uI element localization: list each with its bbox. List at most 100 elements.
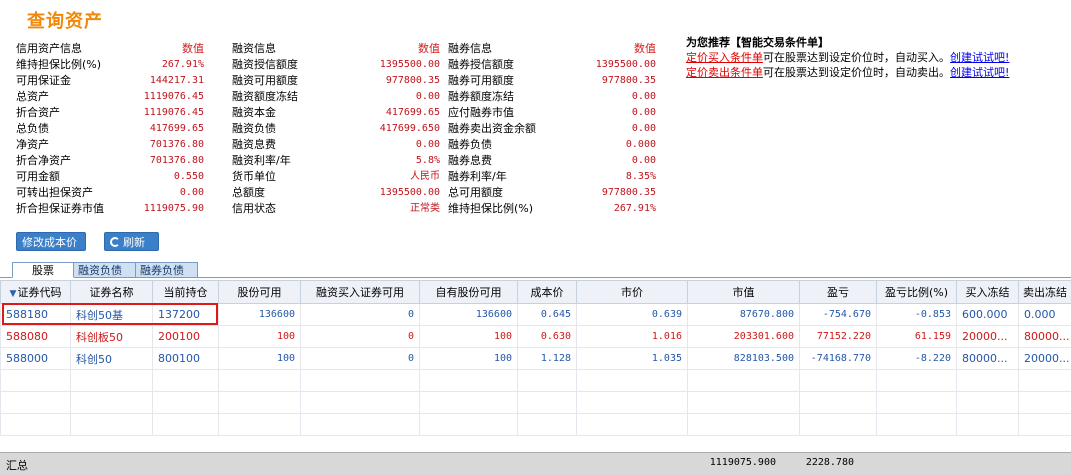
cell-available [219,414,301,436]
recommend-buy-line: 定价买入条件单可在股票达到设定价位时，自动买入。创建试试吧! [686,50,1071,65]
col-header-price[interactable]: 市价 [577,281,688,304]
info-label: 融资负债 [232,121,276,137]
cell-pnl [800,370,877,392]
info-label: 融资授信额度 [232,57,298,73]
cell-pnl [800,392,877,414]
col-header-available[interactable]: 股份可用 [219,281,301,304]
col-header-pnl-ratio[interactable]: 盈亏比例(%) [877,281,957,304]
recommend-title: 为您推荐【智能交易条件单】 [686,35,1071,50]
create-buy-order-link[interactable]: 创建试试吧! [950,51,1009,64]
info-row: 总额度1395500.00 [232,185,442,201]
table-row[interactable]: 588180科创50基13720013660001366000.6450.639… [1,304,1071,326]
recommend-sell-text: 可在股票达到设定价位时，自动卖出。 [763,66,950,79]
info-value: 0.00 [180,185,204,201]
create-sell-order-link[interactable]: 创建试试吧! [950,66,1009,79]
info-value: 977800.35 [602,185,656,201]
holdings-table-container[interactable]: ▼证券代码 证券名称 当前持仓 股份可用 融资买入证券可用 自有股份可用 成本价… [0,280,1071,452]
col-header-buy-frozen[interactable]: 买入冻结 [957,281,1019,304]
cell-cost: 0.630 [518,326,577,348]
info-value: 0.00 [416,137,440,153]
col-header-cost[interactable]: 成本价 [518,281,577,304]
cell-name [71,392,153,414]
info-label: 融券额度冻结 [448,89,514,105]
cell-margin-available [301,392,420,414]
info-label: 维持担保比例(%) [448,201,533,217]
info-label: 融券授信额度 [448,57,514,73]
holdings-table: ▼证券代码 证券名称 当前持仓 股份可用 融资买入证券可用 自有股份可用 成本价… [0,280,1071,436]
cell-margin-available: 0 [301,326,420,348]
info-label: 融券信息 [448,41,492,57]
info-label: 融券息费 [448,153,492,169]
info-value: 701376.80 [150,137,204,153]
col-header-name[interactable]: 证券名称 [71,281,153,304]
cell-code: 588000 [1,348,71,370]
info-value: 0.550 [174,169,204,185]
edit-cost-button[interactable]: 修改成本价 [16,232,86,251]
cell-cost [518,414,577,436]
cell-price: 1.035 [577,348,688,370]
info-value: 144217.31 [150,73,204,89]
cell-buy-frozen: 600.000 [957,304,1019,326]
info-value: 267.91% [614,201,656,217]
cell-margin-available [301,414,420,436]
tab-securities-debt[interactable]: 融券负债 [136,262,198,277]
cell-name: 科创板50 [71,326,153,348]
recommend-sell-line: 定价卖出条件单可在股票达到设定价位时，自动卖出。创建试试吧! [686,65,1071,80]
info-value: 977800.35 [386,73,440,89]
sort-desc-icon: ▼ [10,289,17,299]
cell-position: 800100 [153,348,219,370]
cell-market-value [688,392,800,414]
table-row[interactable]: 588080科创板5020010010001000.6301.016203301… [1,326,1071,348]
info-row: 应付融券市值0.00 [448,105,658,121]
cell-own-available [420,414,518,436]
info-row: 融资本金 417699.65 [232,105,442,121]
cell-buy-frozen [957,392,1019,414]
col-header-own-available[interactable]: 自有股份可用 [420,281,518,304]
cell-name: 科创50 [71,348,153,370]
info-row: 维持担保比例(%) 267.91% [448,201,658,217]
info-row: 净资产701376.80 [16,137,226,153]
info-value: 267.91% [162,57,204,73]
col-header-code[interactable]: ▼证券代码 [1,281,71,304]
cell-margin-available: 0 [301,304,420,326]
info-value: 1395500.00 [380,185,440,201]
summary-pnl: 2228.780 [786,457,854,468]
info-label: 融资可用额度 [232,73,298,89]
info-label: 融券利率/年 [448,169,507,185]
col-header-pnl[interactable]: 盈亏 [800,281,877,304]
cell-pnl-ratio: -0.853 [877,304,957,326]
table-header-row: ▼证券代码 证券名称 当前持仓 股份可用 融资买入证券可用 自有股份可用 成本价… [1,281,1071,304]
info-label: 总可用额度 [448,185,503,201]
info-label: 融资本金 [232,105,276,121]
cell-position: 137200 [153,304,219,326]
tab-stocks[interactable]: 股票 [12,262,74,278]
info-row: 总负债417699.65 [16,121,226,137]
info-value: 1119076.45 [144,89,204,105]
info-value: 正常类 [410,201,440,217]
col-header-position[interactable]: 当前持仓 [153,281,219,304]
price-sell-order-link[interactable]: 定价卖出条件单 [686,66,763,79]
info-row: 维持担保比例(%)267.91% [16,57,226,73]
table-row[interactable]: 588000科创5080010010001001.1281.035828103.… [1,348,1071,370]
info-row: 折合资产1119076.45 [16,105,226,121]
info-value: 0.00 [632,121,656,137]
cell-code: 588080 [1,326,71,348]
info-label: 融券可用额度 [448,73,514,89]
cell-margin-available [301,370,420,392]
info-label: 融券负债 [448,137,492,153]
tab-financing-debt[interactable]: 融资负债 [74,262,136,277]
cell-market-value: 203301.600 [688,326,800,348]
col-header-margin-available[interactable]: 融资买入证券可用 [301,281,420,304]
col-header-sell-frozen[interactable]: 卖出冻结 [1019,281,1071,304]
cell-buy-frozen [957,414,1019,436]
info-value: 0.00 [416,89,440,105]
price-buy-order-link[interactable]: 定价买入条件单 [686,51,763,64]
info-row: 折合担保证券市值1119075.90 [16,201,226,217]
refresh-button[interactable]: 刷新 [104,232,159,251]
cell-own-available: 100 [420,326,518,348]
info-row: 融资可用额度 977800.35 [232,73,442,89]
cell-available [219,392,301,414]
info-value: 417699.65 [386,105,440,121]
col-header-market-value[interactable]: 市值 [688,281,800,304]
cell-buy-frozen: 80000... [957,348,1019,370]
